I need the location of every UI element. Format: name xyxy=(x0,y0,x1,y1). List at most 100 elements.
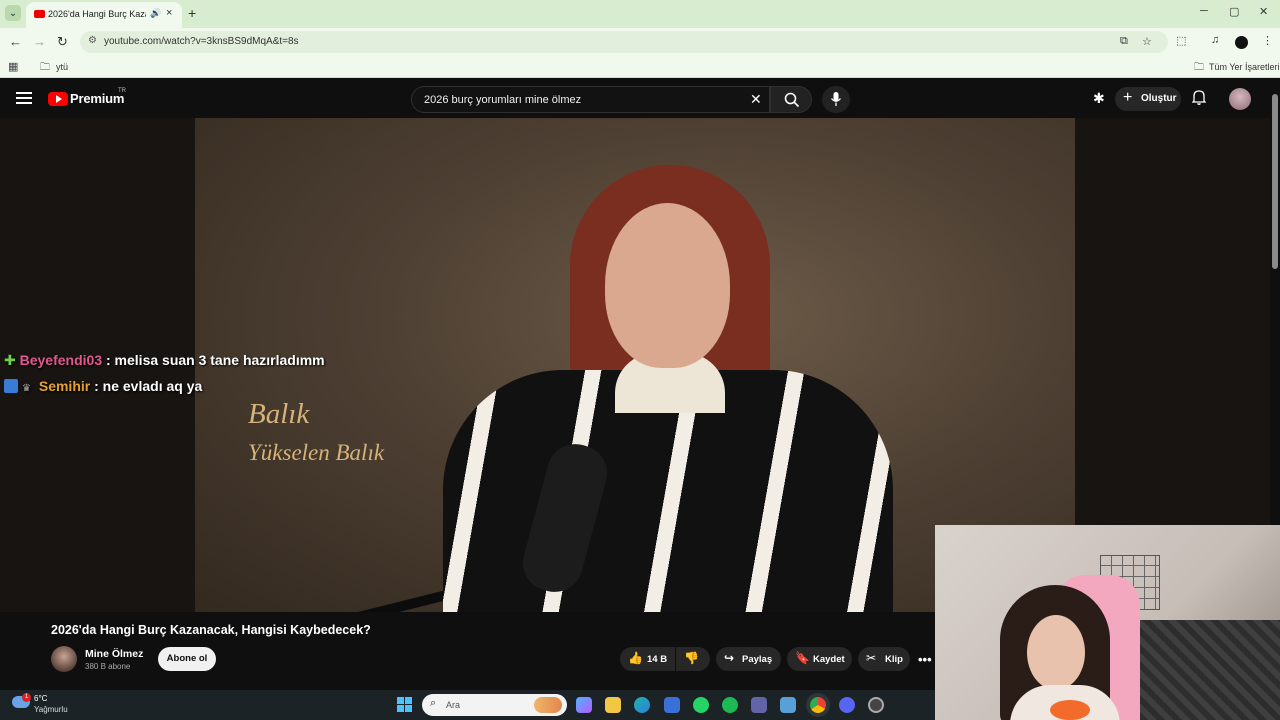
bookmark-star-icon[interactable]: ☆ xyxy=(1142,35,1152,48)
weather-description[interactable]: Yağmurlu xyxy=(34,705,68,714)
scrollbar-thumb[interactable] xyxy=(1272,94,1278,269)
new-tab-button[interactable]: + xyxy=(188,5,196,21)
taskbar-search[interactable]: ⌕ Ara xyxy=(422,694,567,716)
youtube-logo-text[interactable]: Premium xyxy=(70,91,124,106)
app-icon[interactable] xyxy=(868,697,884,713)
thumbs-up-icon: 👍 xyxy=(628,651,643,665)
more-actions-button[interactable]: ••• xyxy=(918,652,932,667)
forward-icon[interactable]: → xyxy=(33,34,46,49)
app-icon[interactable] xyxy=(780,697,796,713)
teams-icon[interactable] xyxy=(751,697,767,713)
youtube-favicon-icon xyxy=(34,10,45,18)
bed-blanket xyxy=(1140,620,1280,720)
account-avatar[interactable] xyxy=(1229,88,1251,110)
subscriber-count: 380 B abone xyxy=(85,662,131,671)
chat-username: Beyefendi03 xyxy=(19,352,103,368)
minimize-icon[interactable]: ─ xyxy=(1200,5,1208,17)
share-button[interactable]: ↪ Paylaş xyxy=(716,647,781,671)
share-icon: ↪ xyxy=(724,651,735,665)
whatsapp-icon[interactable] xyxy=(693,697,709,713)
chat-message: ✚ Beyefendi03 : melisa suan 3 tane hazır… xyxy=(4,352,325,369)
search-icon xyxy=(784,92,800,108)
media-control-icon[interactable]: ♫ xyxy=(1211,34,1219,46)
profile-avatar[interactable] xyxy=(1235,36,1248,49)
cup xyxy=(1050,700,1090,720)
channel-avatar[interactable] xyxy=(51,646,77,672)
youtube-header: Premium TR 2026 burç yorumları mine ölme… xyxy=(0,80,1280,118)
chat-badge-icon: ✚ xyxy=(4,352,16,368)
search-button[interactable] xyxy=(770,86,812,113)
save-button[interactable]: 🔖 Kaydet xyxy=(787,647,852,671)
clear-search-icon[interactable]: ✕ xyxy=(750,91,762,108)
url-text[interactable]: youtube.com/watch?v=3knsBS9dMqA&t=8s xyxy=(104,36,299,47)
ai-sparkle-icon[interactable]: ✱ xyxy=(1093,90,1105,107)
youtube-logo-icon[interactable] xyxy=(48,92,68,106)
audio-playing-icon[interactable]: 🔊 xyxy=(150,8,161,19)
region-code: TR xyxy=(118,88,126,94)
chat-text: : ne evladı aq ya xyxy=(94,378,203,394)
clip-label: Klip xyxy=(885,654,903,665)
share-label: Paylaş xyxy=(742,654,773,665)
create-label: Oluştur xyxy=(1141,93,1177,104)
hamburger-menu-icon[interactable] xyxy=(16,89,32,105)
voice-search-button[interactable] xyxy=(822,86,850,113)
windows-taskbar: 1 6°C Yağmurlu ⌕ Ara xyxy=(0,690,935,720)
microsoft-store-icon[interactable] xyxy=(664,697,680,713)
menu-kebab-icon[interactable]: ⋮ xyxy=(1262,34,1273,47)
like-count: 14 B xyxy=(647,654,668,665)
weather-temperature[interactable]: 6°C xyxy=(34,694,47,703)
spotify-icon[interactable] xyxy=(722,697,738,713)
taskbar-search-placeholder: Ara xyxy=(446,700,461,710)
folder-icon: 🗀 xyxy=(40,62,50,73)
tab-close-icon[interactable]: × xyxy=(166,7,172,19)
weather-badge: 1 xyxy=(22,693,31,702)
bookmarks-bar: ▦ 🗀 ytü 🗀 Tüm Yer İşaretleri xyxy=(0,56,1280,78)
back-icon[interactable]: ← xyxy=(9,34,22,49)
chat-message: ♛ Semihir : ne evladı aq ya xyxy=(4,378,202,394)
search-input[interactable]: 2026 burç yorumları mine ölmez ✕ xyxy=(411,86,770,113)
streamer-face xyxy=(1027,615,1085,690)
search-query[interactable]: 2026 burç yorumları mine ölmez xyxy=(424,94,581,106)
copilot-icon[interactable] xyxy=(576,697,592,713)
notifications-bell-icon[interactable] xyxy=(1191,89,1207,108)
like-button[interactable]: 👍 14 B xyxy=(620,647,675,671)
edge-icon[interactable] xyxy=(634,697,650,713)
file-explorer-icon[interactable] xyxy=(605,697,621,713)
tab-strip: ⌄ 2026'da Hangi Burç Kazanacak 🔊 × + ─ ▢… xyxy=(0,0,1280,28)
window-close-icon[interactable]: ✕ xyxy=(1259,5,1268,18)
install-app-icon[interactable]: ⧉ xyxy=(1120,35,1128,48)
maximize-icon[interactable]: ▢ xyxy=(1229,5,1239,18)
video-details: 2026'da Hangi Burç Kazanacak, Hangisi Ka… xyxy=(0,612,935,690)
extensions-icon[interactable]: ⬚ xyxy=(1176,34,1186,47)
chrome-icon[interactable] xyxy=(810,697,826,713)
dislike-button[interactable]: 👎 xyxy=(676,647,710,671)
chat-badge-icon xyxy=(4,379,18,393)
video-overlay-rising: Yükselen Balık xyxy=(248,440,385,465)
bookmark-icon: 🔖 xyxy=(795,651,810,665)
browser-toolbar: ← → ↻ ⚙ youtube.com/watch?v=3knsBS9dMqA&… xyxy=(0,28,1280,56)
thumbs-down-icon: 👎 xyxy=(684,651,699,665)
subscribe-button[interactable]: Abone ol xyxy=(158,647,216,671)
video-overlay-sign: Balık xyxy=(248,398,310,430)
apps-grid-icon[interactable]: ▦ xyxy=(8,60,18,73)
clip-button[interactable]: ✂ Klip xyxy=(858,647,910,671)
webcam-overlay xyxy=(935,525,1280,720)
all-bookmarks-folder-icon: 🗀 xyxy=(1194,62,1204,73)
windows-start-icon[interactable] xyxy=(397,697,412,712)
mic-icon xyxy=(830,92,842,106)
site-info-icon[interactable]: ⚙ xyxy=(88,35,97,46)
crown-badge-icon: ♛ xyxy=(22,383,31,394)
chat-text: : melisa suan 3 tane hazırladımm xyxy=(106,352,325,368)
tab-youtube[interactable]: 2026'da Hangi Burç Kazanacak 🔊 × xyxy=(26,2,182,28)
bookmark-folder[interactable]: ytü xyxy=(56,62,68,72)
address-bar[interactable]: ⚙ youtube.com/watch?v=3knsBS9dMqA&t=8s ⧉… xyxy=(80,31,1168,53)
create-button[interactable]: + Oluştur xyxy=(1115,87,1181,111)
all-bookmarks-link[interactable]: Tüm Yer İşaretleri xyxy=(1209,62,1280,72)
reload-icon[interactable]: ↻ xyxy=(57,34,68,50)
plus-icon: + xyxy=(1123,89,1133,106)
channel-name[interactable]: Mine Ölmez xyxy=(85,648,143,660)
tab-search-chevron-icon[interactable]: ⌄ xyxy=(5,5,21,21)
discord-icon[interactable] xyxy=(839,697,855,713)
search-highlight-icon xyxy=(534,697,562,713)
save-label: Kaydet xyxy=(813,654,845,665)
